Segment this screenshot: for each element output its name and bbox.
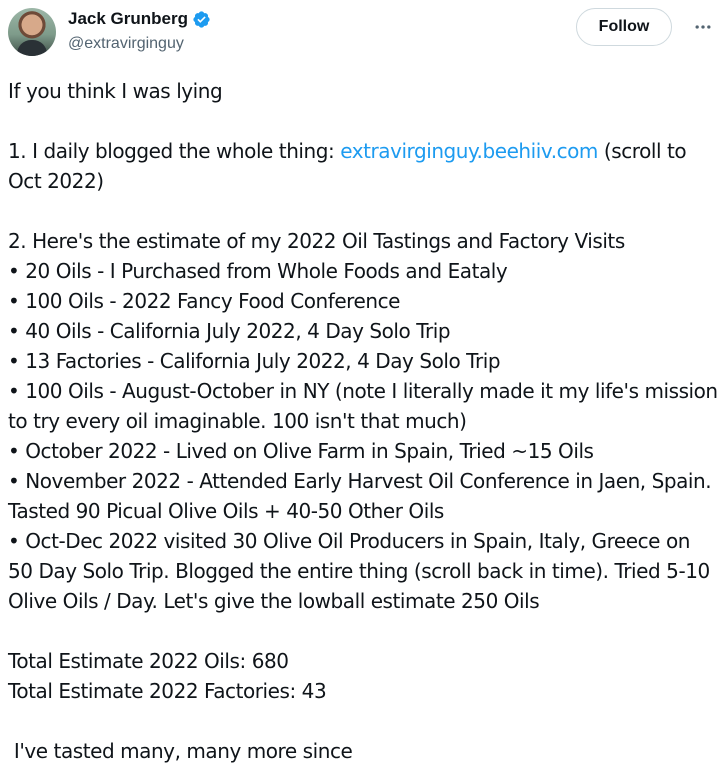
bullet-item: • 100 Oils - August-October in NY (note … xyxy=(8,379,718,433)
author-name[interactable]: Jack Grunberg xyxy=(68,9,188,29)
total-oils: Total Estimate 2022 Oils: 680 xyxy=(8,649,289,673)
total-factories: Total Estimate 2022 Factories: 43 xyxy=(8,679,327,703)
tweet-text: If you think I was lying 1. I daily blog… xyxy=(8,76,720,766)
point-2-heading: 2. Here's the estimate of my 2022 Oil Ta… xyxy=(8,229,625,253)
author-handle[interactable]: @extravirginguy xyxy=(68,35,184,53)
more-button[interactable] xyxy=(690,14,716,40)
avatar[interactable] xyxy=(8,8,56,56)
point-1: 1. I daily blogged the whole thing: extr… xyxy=(8,136,720,196)
bullet-item: • 100 Oils - 2022 Fancy Food Conference xyxy=(8,289,400,313)
bullet-item: • November 2022 - Attended Early Harvest… xyxy=(8,469,712,523)
author-name-row[interactable]: Jack Grunberg xyxy=(68,9,211,29)
tweet: Jack Grunberg @extravirginguy Follow If … xyxy=(0,0,724,767)
bullet-item: • Oct-Dec 2022 visited 30 Olive Oil Prod… xyxy=(8,529,710,613)
bullet-item: • 13 Factories - California July 2022, 4… xyxy=(8,349,501,373)
bullet-item: • October 2022 - Lived on Olive Farm in … xyxy=(8,439,594,463)
verified-badge-icon xyxy=(193,10,210,28)
point-1-prefix: 1. I daily blogged the whole thing: xyxy=(8,139,341,163)
closing-line: I've tasted many, many more since xyxy=(8,739,353,763)
follow-button[interactable]: Follow xyxy=(576,8,672,46)
tweet-intro: If you think I was lying xyxy=(8,79,223,103)
blog-link[interactable]: extravirginguy.beehiiv.com xyxy=(340,139,598,163)
more-horizontal-icon xyxy=(695,25,711,29)
avatar-shirt xyxy=(17,40,47,56)
bullet-item: • 20 Oils - I Purchased from Whole Foods… xyxy=(8,259,508,283)
bullet-item: • 40 Oils - California July 2022, 4 Day … xyxy=(8,319,451,343)
